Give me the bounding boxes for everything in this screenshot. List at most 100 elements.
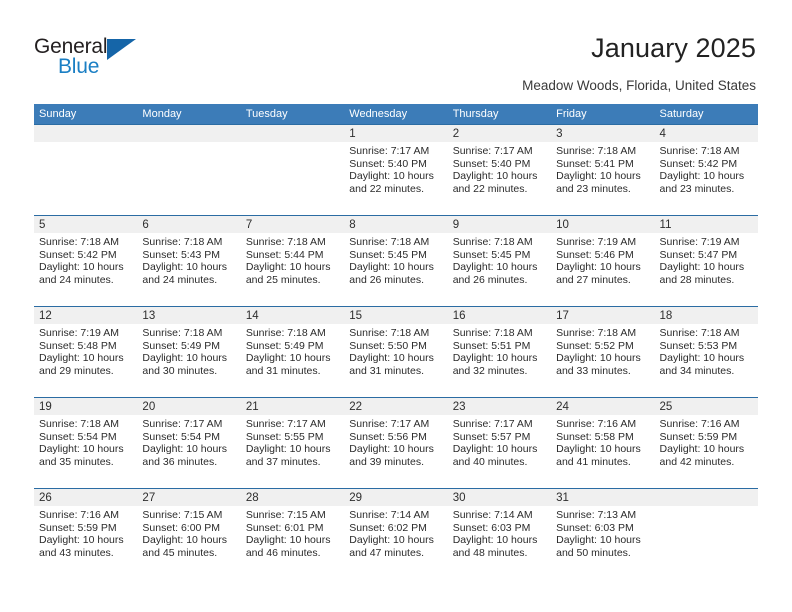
page-title: January 2025 — [591, 33, 756, 63]
day-number: 30 — [447, 489, 552, 506]
daylight-duration-line1: Daylight: 10 hours — [659, 352, 745, 365]
calendar-day-cell[interactable]: 22 Sunrise: 7:17 AM Sunset: 5:56 PM Dayligh… — [344, 398, 448, 488]
day-number: 20 — [137, 398, 241, 415]
calendar-day-cell[interactable]: 10 Sunrise: 7:19 AM Sunset: 5:46 PM Dayligh… — [551, 216, 655, 306]
calendar-day-cell[interactable]: 21 Sunrise: 7:17 AM Sunset: 5:55 PM Dayligh… — [240, 398, 345, 488]
sunset-time: Sunset: 6:03 PM — [556, 521, 634, 534]
day-number: 16 — [447, 307, 552, 324]
calendar-grid: Sunday Monday Tuesday Wednesday Thursday Frid… — [34, 104, 758, 579]
daylight-duration-line1: Daylight: 10 hours — [349, 443, 434, 456]
calendar-day-cell[interactable]: 9 Sunrise: 7:18 AM Sunset: 5:45 PM Daylight… — [447, 216, 552, 306]
calendar-day-cell[interactable]: 1 Sunrise: 7:17 AM Sunset: 5:40 PM Daylight… — [344, 125, 448, 215]
calendar-day-cell[interactable]: 13 Sunrise: 7:18 AM Sunset: 5:49 PM Dayligh… — [137, 307, 241, 397]
calendar-day-cell[interactable]: 30 Sunrise: 7:14 AM Sunset: 6:03 PM Dayligh… — [447, 489, 552, 579]
daylight-duration-line2: and 33 minutes. — [556, 364, 631, 377]
daylight-duration-line1: Daylight: 10 hours — [142, 534, 228, 547]
calendar-day-cell[interactable]: 12 Sunrise: 7:19 AM Sunset: 5:48 PM Dayligh… — [34, 307, 138, 397]
calendar-day-cell[interactable]: 19 Sunrise: 7:18 AM Sunset: 5:54 PM Dayligh… — [34, 398, 138, 488]
day-number: 11 — [654, 216, 758, 233]
calendar-day-cell[interactable]: 3 Sunrise: 7:18 AM Sunset: 5:41 PM Daylight… — [551, 125, 655, 215]
calendar-day-cell[interactable]: 15 Sunrise: 7:18 AM Sunset: 5:50 PM Dayligh… — [344, 307, 448, 397]
calendar-day-cell[interactable]: 24 Sunrise: 7:16 AM Sunset: 5:58 PM Dayligh… — [551, 398, 655, 488]
daylight-duration-line1: Daylight: 10 hours — [39, 261, 124, 274]
calendar-week-row: 19 Sunrise: 7:18 AM Sunset: 5:54 PM Dayligh… — [34, 397, 758, 488]
daylight-duration-line1: Daylight: 10 hours — [349, 534, 434, 547]
calendar-day-cell[interactable]: 26 Sunrise: 7:16 AM Sunset: 5:59 PM Dayligh… — [34, 489, 138, 579]
calendar-day-cell[interactable]: 6 Sunrise: 7:18 AM Sunset: 5:43 PM Daylight… — [137, 216, 241, 306]
sunset-time: Sunset: 5:49 PM — [245, 339, 324, 352]
calendar-day-cell[interactable]: 8 Sunrise: 7:18 AM Sunset: 5:45 PM Daylight… — [344, 216, 448, 306]
calendar-day-cell[interactable]: 16 Sunrise: 7:18 AM Sunset: 5:51 PM Dayligh… — [447, 307, 552, 397]
sunset-time: Sunset: 5:41 PM — [556, 157, 634, 170]
sunrise-time: Sunrise: 7:18 AM — [452, 327, 533, 339]
day-number: 23 — [447, 398, 552, 415]
daylight-duration-line2: and 25 minutes. — [245, 273, 321, 286]
day-details: Sunrise: 7:18 AM Sunset: 5:42 PM Daylight:… — [655, 142, 758, 195]
calendar-day-cell[interactable]: 23 Sunrise: 7:17 AM Sunset: 5:57 PM Dayligh… — [447, 398, 552, 488]
daylight-duration-line2: and 31 minutes. — [349, 364, 424, 377]
sunset-time: Sunset: 5:44 PM — [245, 248, 324, 261]
sunset-time: Sunset: 5:59 PM — [39, 521, 117, 534]
calendar-day-cell[interactable]: 2 Sunrise: 7:17 AM Sunset: 5:40 PM Daylight… — [447, 125, 552, 215]
calendar-day-cell[interactable]: 11 Sunrise: 7:19 AM Sunset: 5:47 PM Dayligh… — [654, 216, 758, 306]
sunrise-time: Sunrise: 7:17 AM — [245, 418, 326, 430]
sunrise-time: Sunrise: 7:18 AM — [245, 327, 326, 339]
daylight-duration-line2: and 31 minutes. — [245, 364, 321, 377]
daylight-duration-line2: and 22 minutes. — [349, 182, 424, 195]
sunset-time: Sunset: 5:43 PM — [142, 248, 221, 261]
calendar-week-row: 12 Sunrise: 7:19 AM Sunset: 5:48 PM Dayligh… — [34, 306, 758, 397]
sunrise-time: Sunrise: 7:18 AM — [39, 236, 119, 248]
calendar-day-cell[interactable]: 18 Sunrise: 7:18 AM Sunset: 5:53 PM Dayligh… — [654, 307, 758, 397]
daylight-duration-line2: and 41 minutes. — [556, 455, 631, 468]
sunset-time: Sunset: 5:50 PM — [349, 339, 427, 352]
sunrise-time: Sunrise: 7:16 AM — [556, 418, 637, 430]
day-number: 26 — [34, 489, 138, 506]
day-number: 27 — [137, 489, 241, 506]
daylight-duration-line1: Daylight: 10 hours — [245, 534, 331, 547]
weekday-header-saturday: Saturday — [659, 108, 704, 120]
day-details: Sunrise: 7:16 AM Sunset: 5:59 PM Daylight:… — [34, 506, 137, 559]
calendar-weeks: 1 Sunrise: 7:17 AM Sunset: 5:40 PM Daylight… — [34, 124, 758, 579]
sunrise-time: Sunrise: 7:14 AM — [349, 509, 430, 521]
sunset-time: Sunset: 5:54 PM — [142, 430, 221, 443]
day-number: 19 — [34, 398, 138, 415]
day-details: Sunrise: 7:15 AM Sunset: 6:01 PM Daylight:… — [241, 506, 344, 559]
calendar-day-cell[interactable]: 14 Sunrise: 7:18 AM Sunset: 5:49 PM Dayligh… — [240, 307, 345, 397]
day-number — [137, 125, 241, 142]
calendar-day-cell[interactable]: 27 Sunrise: 7:15 AM Sunset: 6:00 PM Dayligh… — [137, 489, 241, 579]
sunset-time: Sunset: 5:52 PM — [556, 339, 634, 352]
daylight-duration-line1: Daylight: 10 hours — [452, 170, 538, 183]
day-details: Sunrise: 7:16 AM Sunset: 5:58 PM Daylight:… — [551, 415, 654, 468]
sunset-time: Sunset: 5:56 PM — [349, 430, 427, 443]
day-details: Sunrise: 7:18 AM Sunset: 5:52 PM Daylight:… — [551, 324, 654, 377]
calendar-day-cell[interactable]: 28 Sunrise: 7:15 AM Sunset: 6:01 PM Dayligh… — [240, 489, 345, 579]
calendar-day-cell[interactable]: 20 Sunrise: 7:17 AM Sunset: 5:54 PM Dayligh… — [137, 398, 241, 488]
daylight-duration-line1: Daylight: 10 hours — [142, 443, 228, 456]
day-details: Sunrise: 7:15 AM Sunset: 6:00 PM Daylight:… — [137, 506, 240, 559]
calendar-day-cell-empty — [34, 125, 138, 215]
calendar-day-cell[interactable]: 31 Sunrise: 7:13 AM Sunset: 6:03 PM Dayligh… — [551, 489, 655, 579]
sunrise-time: Sunrise: 7:17 AM — [349, 418, 430, 430]
calendar-day-cell[interactable]: 25 Sunrise: 7:16 AM Sunset: 5:59 PM Dayligh… — [654, 398, 758, 488]
sunset-time: Sunset: 5:40 PM — [349, 157, 427, 170]
day-details: Sunrise: 7:18 AM Sunset: 5:53 PM Daylight:… — [655, 324, 758, 377]
day-number: 1 — [344, 125, 448, 142]
day-number: 24 — [551, 398, 655, 415]
day-number: 17 — [551, 307, 655, 324]
calendar-day-cell[interactable]: 4 Sunrise: 7:18 AM Sunset: 5:42 PM Daylight… — [654, 125, 758, 215]
calendar-day-cell-empty — [137, 125, 241, 215]
daylight-duration-line2: and 43 minutes. — [39, 546, 114, 559]
calendar-day-cell[interactable]: 5 Sunrise: 7:18 AM Sunset: 5:42 PM Daylight… — [34, 216, 138, 306]
general-blue-logo[interactable]: General Blue — [34, 36, 164, 86]
sunset-time: Sunset: 5:57 PM — [452, 430, 531, 443]
daylight-duration-line1: Daylight: 10 hours — [245, 443, 331, 456]
calendar-day-cell[interactable]: 7 Sunrise: 7:18 AM Sunset: 5:44 PM Daylight… — [240, 216, 345, 306]
daylight-duration-line1: Daylight: 10 hours — [245, 352, 331, 365]
day-details: Sunrise: 7:19 AM Sunset: 5:48 PM Daylight:… — [34, 324, 137, 377]
sunrise-time: Sunrise: 7:18 AM — [659, 327, 740, 339]
sunset-time: Sunset: 5:54 PM — [39, 430, 117, 443]
calendar-day-cell[interactable]: 29 Sunrise: 7:14 AM Sunset: 6:02 PM Dayligh… — [344, 489, 448, 579]
page-subtitle-location: Meadow Woods, Florida, United States — [522, 78, 756, 93]
daylight-duration-line1: Daylight: 10 hours — [556, 352, 641, 365]
calendar-day-cell[interactable]: 17 Sunrise: 7:18 AM Sunset: 5:52 PM Dayligh… — [551, 307, 655, 397]
